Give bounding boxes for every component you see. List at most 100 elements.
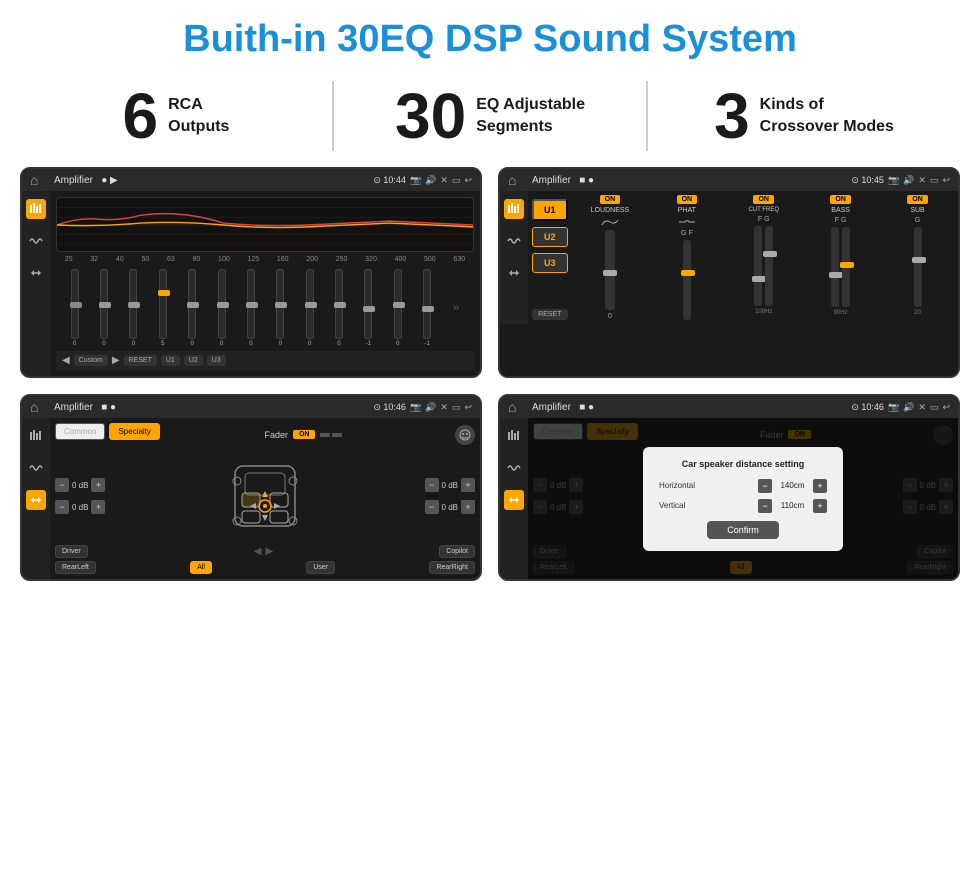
fader-on-badge[interactable]: ON (293, 430, 316, 439)
vertical-label: Vertical (659, 501, 714, 510)
screen1-wrapper: 25 32 40 50 63 80 100 125 160 200 250 32… (22, 191, 480, 376)
all-btn[interactable]: All (190, 561, 212, 574)
wave-icon[interactable] (26, 231, 46, 251)
arrows-icon[interactable] (26, 263, 46, 283)
screen2-title: Amplifier ■ ● (532, 175, 851, 186)
status-bar-2: ⌂ Amplifier ■ ● ⊙ 10:45 📷 🔊 ✕ ▭ ↩ (500, 169, 958, 191)
rear-left-btn[interactable]: RearLeft (55, 561, 96, 574)
wave-icon-3[interactable] (26, 458, 46, 478)
vertical-plus-btn[interactable]: + (813, 499, 827, 513)
specialty-tab[interactable]: Specialty (109, 423, 159, 440)
slider-10[interactable]: 0 (335, 269, 343, 347)
front-right-minus[interactable]: − (425, 478, 439, 492)
back-icon[interactable]: ↩ (464, 175, 472, 186)
u3-btn-1[interactable]: U3 (207, 355, 226, 366)
screen3-title: Amplifier ■ ● (54, 402, 373, 413)
stat-divider-1 (332, 81, 334, 151)
bass-on[interactable]: ON (830, 195, 851, 204)
slider-4[interactable]: 5 (159, 269, 167, 347)
status-time-2: ⊙ 10:45 (851, 175, 884, 186)
u1-select-btn[interactable]: U1 (532, 199, 568, 221)
bass-slider-g[interactable] (842, 227, 850, 307)
u2-btn-1[interactable]: U2 (184, 355, 203, 366)
slider-2[interactable]: 0 (100, 269, 108, 347)
slider-1[interactable]: 0 (71, 269, 79, 347)
prev-preset-btn[interactable]: ◀ (62, 355, 70, 366)
fader-bottom-btns: Driver ◀ ▶ Copilot (55, 545, 475, 558)
user-btn[interactable]: User (306, 561, 335, 574)
screen2-main: U1 U2 U3 RESET ON LOUDNESS (528, 191, 958, 324)
fader-label: Fader (264, 430, 288, 440)
next-preset-btn[interactable]: ▶ (112, 355, 120, 366)
cutfreq-on[interactable]: ON (753, 195, 774, 204)
rear-right-plus[interactable]: + (461, 500, 475, 514)
stat-crossover-text: Kinds ofCrossover Modes (760, 94, 894, 139)
slider-9[interactable]: 0 (306, 269, 314, 347)
cutfreq-slider-g[interactable] (765, 226, 773, 306)
slider-3[interactable]: 0 (129, 269, 137, 347)
reset-btn-1[interactable]: RESET (124, 355, 157, 366)
front-left-value: 0 dB (72, 481, 88, 490)
slider-7[interactable]: 0 (247, 269, 255, 347)
rear-left-minus[interactable]: − (55, 500, 69, 514)
eq-icon[interactable] (26, 199, 46, 219)
vertical-control: − 110cm + (758, 499, 827, 513)
eq-icon-4[interactable] (504, 426, 524, 446)
sub-slider[interactable] (914, 227, 922, 307)
arrows-icon-2[interactable] (504, 263, 524, 283)
back-icon-4[interactable]: ↩ (942, 402, 950, 413)
home-icon[interactable]: ⌂ (30, 171, 48, 189)
camera-icon-4: 📷 (888, 402, 899, 413)
home-icon-4[interactable]: ⌂ (508, 398, 526, 416)
bass-slider-f[interactable] (831, 227, 839, 307)
home-icon-2[interactable]: ⌂ (508, 171, 526, 189)
front-left-minus[interactable]: − (55, 478, 69, 492)
eq-icon-2[interactable] (504, 199, 524, 219)
u1-btn-1[interactable]: U1 (161, 355, 180, 366)
freq-25: 25 (65, 256, 73, 263)
slider-11[interactable]: -1 (364, 269, 372, 347)
arrows-icon-4[interactable] (504, 490, 524, 510)
slider-8[interactable]: 0 (276, 269, 284, 347)
confirm-button[interactable]: Confirm (707, 521, 779, 539)
screenshots-grid: ⌂ Amplifier ● ▶ ⊙ 10:44 📷 🔊 ✕ ▭ ↩ (0, 167, 980, 597)
phat-slider-g[interactable] (683, 240, 691, 320)
rear-left-plus[interactable]: + (91, 500, 105, 514)
wave-icon-2[interactable] (504, 231, 524, 251)
custom-btn[interactable]: Custom (74, 355, 108, 366)
close-icon: ✕ (440, 175, 448, 186)
copilot-btn[interactable]: Copilot (439, 545, 475, 558)
eq-icon-3[interactable] (26, 426, 46, 446)
front-left-plus[interactable]: + (91, 478, 105, 492)
reset-btn-2[interactable]: RESET (532, 309, 568, 320)
back-icon-3[interactable]: ↩ (464, 402, 472, 413)
rear-right-btn[interactable]: RearRight (429, 561, 475, 574)
status-bar-3: ⌂ Amplifier ■ ● ⊙ 10:46 📷 🔊 ✕ ▭ ↩ (22, 396, 480, 418)
freq-250: 250 (336, 256, 348, 263)
slider-13[interactable]: -1 (423, 269, 431, 347)
vertical-minus-btn[interactable]: − (758, 499, 772, 513)
phat-on[interactable]: ON (677, 195, 698, 204)
slider-6[interactable]: 0 (218, 269, 226, 347)
horizontal-minus-btn[interactable]: − (758, 479, 772, 493)
back-icon-2[interactable]: ↩ (942, 175, 950, 186)
driver-btn[interactable]: Driver (55, 545, 88, 558)
u2-select-btn[interactable]: U2 (532, 227, 568, 247)
wave-icon-4[interactable] (504, 458, 524, 478)
loudness-slider[interactable] (605, 230, 615, 310)
rear-right-minus[interactable]: − (425, 500, 439, 514)
u3-select-btn[interactable]: U3 (532, 253, 568, 273)
home-icon-3[interactable]: ⌂ (30, 398, 48, 416)
rear-right-value: 0 dB (442, 503, 458, 512)
cutfreq-slider-f[interactable] (754, 226, 762, 306)
slider-5[interactable]: 0 (188, 269, 196, 347)
arrows-icon-3[interactable] (26, 490, 46, 510)
window-icon-4: ▭ (930, 402, 939, 413)
sub-on[interactable]: ON (907, 195, 928, 204)
eq-sliders: .eq-slider-col .slider-track { height: 7… (56, 267, 474, 347)
slider-12[interactable]: 0 (394, 269, 402, 347)
loudness-on[interactable]: ON (600, 195, 621, 204)
common-tab[interactable]: Common (55, 423, 105, 440)
front-right-plus[interactable]: + (461, 478, 475, 492)
horizontal-plus-btn[interactable]: + (813, 479, 827, 493)
